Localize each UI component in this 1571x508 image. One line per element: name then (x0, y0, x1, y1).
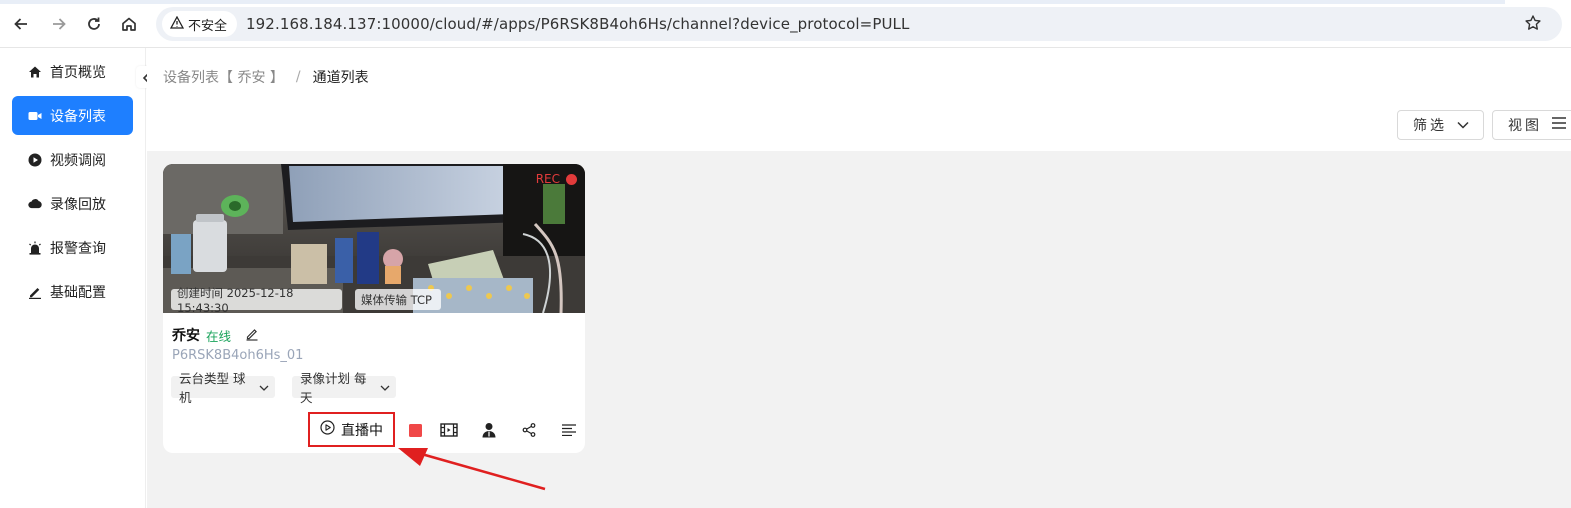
chevron-down-icon (1457, 117, 1469, 133)
sidebar-item-video[interactable]: 视频调阅 (12, 140, 133, 179)
reload-icon[interactable] (82, 12, 106, 36)
device-name: 乔安 (172, 328, 200, 344)
view-dropdown[interactable]: 视图 (1492, 110, 1571, 140)
filter-bar: 筛选 视图 (147, 105, 1571, 151)
live-button[interactable]: 直播中 (308, 412, 395, 447)
more-details-icon[interactable] (560, 421, 578, 439)
sidebar-item-config[interactable]: 基础配置 (12, 272, 133, 311)
warning-icon (169, 15, 185, 33)
alarm-icon (28, 241, 42, 255)
stop-icon[interactable] (406, 421, 424, 439)
rec-indicator: REC (536, 172, 577, 186)
sidebar-item-label: 录像回放 (50, 196, 106, 213)
home-browser-icon[interactable] (117, 12, 141, 36)
breadcrumb-separator: / (295, 68, 301, 85)
ptz-type-label: 云台类型 球机 (179, 371, 246, 405)
security-label: 不安全 (188, 18, 228, 34)
edit-icon (28, 285, 42, 299)
forward-icon[interactable] (47, 12, 71, 36)
created-time-tag: 创建时间 2025-12-18 15:43:30 (171, 286, 342, 313)
url-text[interactable]: 192.168.184.137:10000/cloud/#/apps/P6RSK… (246, 15, 909, 33)
filter-label: 筛选 (1413, 118, 1447, 134)
filter-dropdown[interactable]: 筛选 (1397, 110, 1484, 140)
card-title-row: 乔安 在线 (172, 325, 259, 345)
sidebar-item-label: 基础配置 (50, 284, 106, 301)
view-label: 视图 (1508, 118, 1542, 134)
chevron-down-icon (259, 380, 269, 395)
sidebar: 首页概览 设备列表 视频调阅 录像回放 报警查询 基础配置 (0, 48, 146, 508)
sidebar-item-label: 设备列表 (50, 108, 106, 125)
live-label: 直播中 (341, 422, 383, 439)
ptz-type-dropdown[interactable]: 云台类型 球机 (171, 371, 275, 405)
play-circle-icon (28, 153, 42, 167)
channel-card: REC 创建时间 2025-12-18 15:43:30 媒体传输 TCP 乔安… (163, 164, 585, 453)
status-badge: 在线 (206, 328, 232, 344)
sidebar-item-label: 视频调阅 (50, 152, 106, 169)
share-icon[interactable] (520, 421, 538, 439)
camera-icon (28, 109, 42, 123)
channel-id: P6RSK8B4oh6Hs_01 (172, 348, 304, 363)
breadcrumb-current: 通道列表 (312, 69, 369, 86)
sidebar-item-label: 报警查询 (50, 240, 106, 257)
home-icon (28, 65, 42, 79)
back-icon[interactable] (9, 12, 33, 36)
sidebar-item-label: 首页概览 (50, 64, 106, 81)
play-circle-outline-icon (320, 420, 335, 439)
rec-label: REC (535, 172, 560, 186)
sidebar-item-devices[interactable]: 设备列表 (12, 96, 133, 135)
edit-name-icon[interactable] (245, 326, 259, 345)
sidebar-item-home[interactable]: 首页概览 (12, 52, 133, 91)
rec-dot-icon (566, 173, 577, 185)
browser-toolbar: 不安全 192.168.184.137:10000/cloud/#/apps/P… (0, 0, 1571, 48)
cloud-icon (28, 197, 42, 211)
list-view-icon (1552, 117, 1566, 133)
camera-snapshot[interactable]: REC 创建时间 2025-12-18 15:43:30 媒体传输 TCP (163, 164, 585, 313)
annotation-arrow (398, 448, 546, 491)
record-plan-dropdown[interactable]: 录像计划 每天 (292, 371, 396, 405)
breadcrumb: 设备列表【 乔安 】 / 通道列表 (147, 48, 1571, 105)
chevron-down-icon (380, 380, 390, 395)
main-content: 设备列表【 乔安 】 / 通道列表 筛选 视图 REC 创建时间 2025-12… (147, 48, 1571, 508)
transport-tag: 媒体传输 TCP (355, 289, 441, 310)
security-chip[interactable]: 不安全 (162, 11, 238, 37)
breadcrumb-parent[interactable]: 设备列表【 乔安 】 (163, 67, 284, 87)
bookmark-star-icon[interactable] (1524, 14, 1544, 34)
address-bar[interactable]: 不安全 192.168.184.137:10000/cloud/#/apps/P… (156, 7, 1562, 41)
sidebar-item-playback[interactable]: 录像回放 (12, 184, 133, 223)
record-plan-label: 录像计划 每天 (300, 371, 367, 405)
film-icon[interactable] (440, 421, 458, 439)
sidebar-item-alarm[interactable]: 报警查询 (12, 228, 133, 267)
tab-strip-edge (0, 0, 1505, 4)
user-icon[interactable] (480, 421, 498, 439)
